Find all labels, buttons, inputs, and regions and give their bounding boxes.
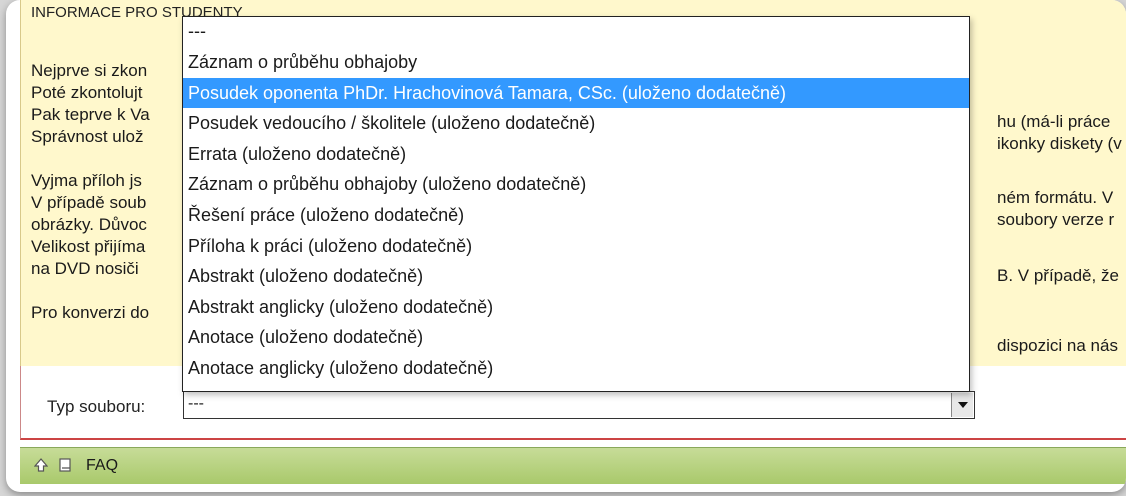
dropdown-option[interactable]: Posudek oponenta PhDr. Hrachovinová Tama… bbox=[183, 77, 969, 109]
dropdown-option[interactable]: Příloha k práci (uloženo dodatečně) bbox=[183, 231, 969, 262]
file-type-select-value: --- bbox=[188, 395, 204, 412]
book-icon[interactable] bbox=[58, 458, 72, 477]
chevron-down-icon bbox=[957, 402, 968, 408]
file-type-select[interactable]: --- bbox=[183, 391, 975, 419]
dropdown-option[interactable]: Errata (uloženo dodatečně) bbox=[183, 139, 969, 170]
info-fragment: dispozici na nás bbox=[997, 336, 1118, 355]
up-arrow-icon[interactable] bbox=[33, 458, 49, 477]
dropdown-option[interactable]: --- bbox=[183, 17, 969, 47]
file-type-dropdown-list[interactable]: --- Záznam o průběhu obhajoby Posudek op… bbox=[182, 16, 970, 392]
dropdown-arrow-button[interactable] bbox=[951, 393, 973, 417]
info-fragment: ném formátu. V bbox=[997, 188, 1114, 207]
info-fragment: hu (má-li práce bbox=[997, 112, 1111, 131]
dropdown-option[interactable]: Posudek vedoucího / školitele (uloženo d… bbox=[183, 108, 969, 139]
footer-bar: FAQ bbox=[20, 447, 1126, 484]
faq-link[interactable]: FAQ bbox=[86, 457, 118, 475]
dropdown-option[interactable]: Anotace (uloženo dodatečně) bbox=[183, 322, 969, 353]
screenshot-frame: INFORMACE PRO STUDENTY Nejprve si zkon P… bbox=[6, 0, 1126, 492]
dropdown-option[interactable]: Abstrakt anglicky (uloženo dodatečně) bbox=[183, 292, 969, 323]
dropdown-option[interactable]: Řešení práce (uloženo dodatečně) bbox=[183, 200, 969, 231]
file-type-label: Typ souboru: bbox=[47, 397, 146, 416]
dropdown-option[interactable]: Anotace anglicky (uloženo dodatečně) bbox=[183, 353, 969, 384]
info-fragment: ikonky diskety (v bbox=[997, 134, 1122, 153]
info-fragment: soubory verze r bbox=[997, 210, 1115, 229]
dropdown-option[interactable]: Abstrakt (uloženo dodatečně) bbox=[183, 261, 969, 292]
dropdown-option[interactable]: Záznam o průběhu obhajoby (uloženo dodat… bbox=[183, 169, 969, 200]
dropdown-option[interactable]: Záznam o průběhu obhajoby bbox=[183, 47, 969, 78]
info-fragment: B. V případě, že bbox=[997, 266, 1119, 285]
